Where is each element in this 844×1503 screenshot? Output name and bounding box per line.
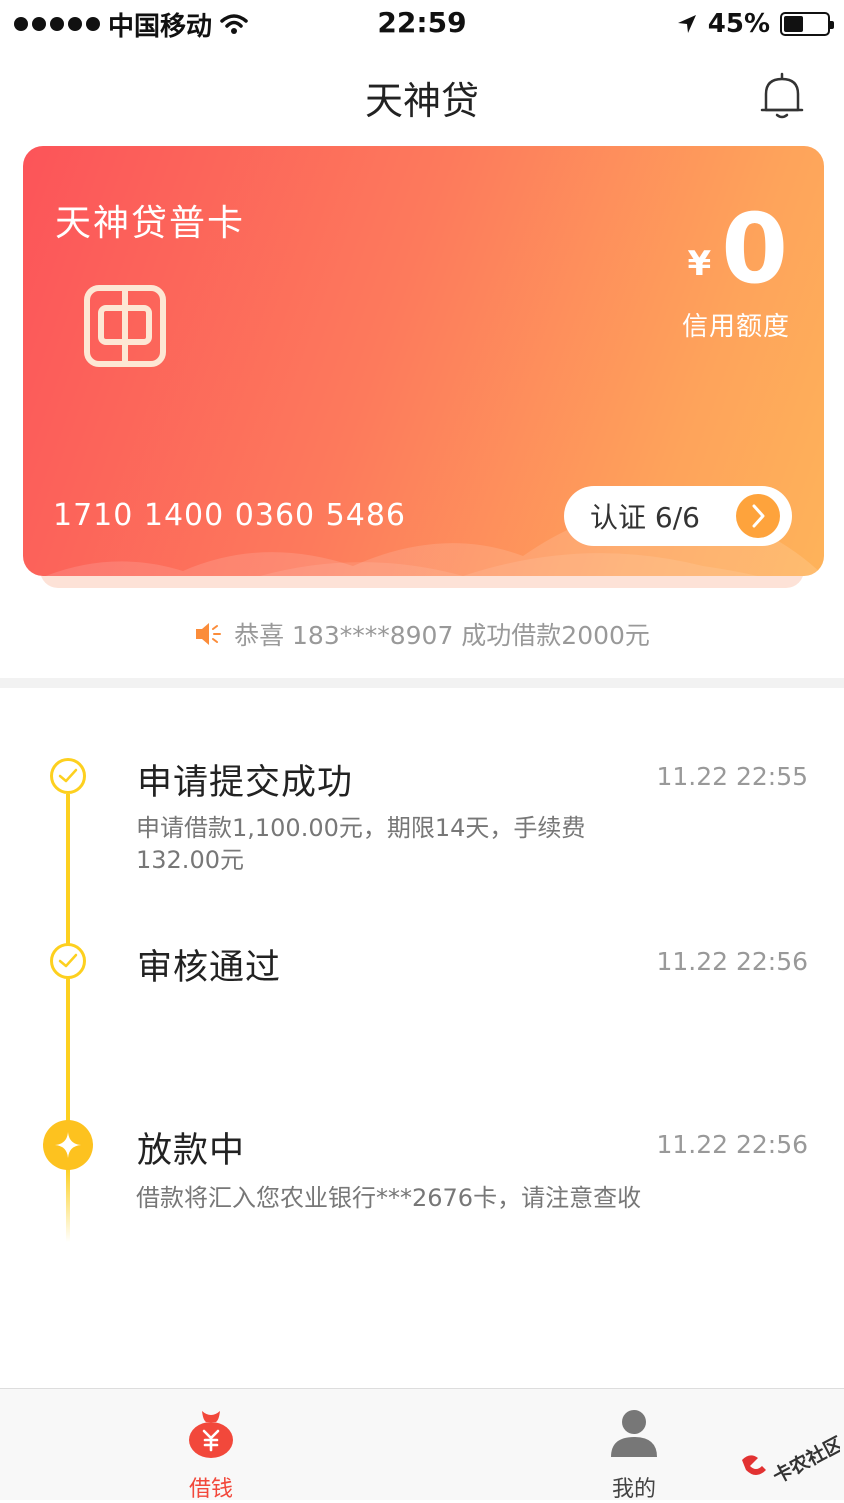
timeline-line-tail (66, 1168, 70, 1242)
credit-limit-value: 0 (721, 193, 788, 305)
notice-text: 恭喜 183****8907 成功借款2000元 (234, 621, 650, 650)
sparkle-icon (43, 1120, 93, 1170)
timeline-step-title: 放款中 (137, 1131, 246, 1171)
timeline-step-time: 11.22 22:56 (656, 1130, 808, 1159)
status-right: 45% (676, 8, 834, 40)
money-bag-icon (189, 1411, 233, 1458)
notification-button[interactable] (756, 70, 808, 122)
battery-icon (780, 12, 834, 36)
timeline-step-time: 11.22 22:56 (656, 947, 808, 976)
tab-borrow[interactable]: 借钱 (131, 1389, 291, 1502)
battery-percent: 45% (707, 9, 770, 39)
nav-bar: 天神贷 (0, 48, 844, 144)
speaker-icon (196, 623, 222, 645)
loan-notice: 恭喜 183****8907 成功借款2000元 (0, 612, 844, 656)
auth-status-label: 认证 6/6 (590, 501, 700, 534)
tab-label: 我的 (611, 1477, 656, 1502)
section-divider (0, 678, 844, 688)
timeline-step-desc: 申请借款1,100.00元，期限14天，手续费132.00元 (136, 814, 586, 874)
tab-profile[interactable]: 我的 (554, 1389, 714, 1502)
chevron-right-icon (736, 494, 780, 538)
currency-symbol: ¥ (687, 244, 712, 284)
check-icon (50, 758, 86, 794)
auth-status-button[interactable]: 认证 6/6 (564, 486, 792, 546)
timeline-step-title: 审核通过 (137, 948, 282, 988)
user-icon (611, 1410, 657, 1457)
timeline-step-desc: 借款将汇入您农业银行***2676卡，请注意查收 (136, 1184, 642, 1212)
page-title: 天神贷 (364, 79, 479, 123)
card-number: 1710 1400 0360 5486 (53, 498, 406, 533)
card-chip-icon (83, 284, 167, 368)
watermark-logo: 卡农社区 (742, 1432, 840, 1488)
card-name: 天神贷普卡 (55, 203, 246, 244)
timeline-step-title: 申请提交成功 (137, 763, 354, 803)
tab-label: 借钱 (188, 1477, 233, 1502)
credit-limit-label: 信用额度 (681, 312, 790, 342)
timeline-step-time: 11.22 22:55 (656, 762, 808, 791)
status-bar: 中国移动 22:59 45% (0, 0, 844, 48)
location-arrow-icon (677, 15, 696, 33)
bell-icon (760, 72, 804, 119)
tab-bar: 借钱 我的 (0, 1388, 844, 1502)
check-icon (50, 943, 86, 979)
credit-limit-amount: ¥ 0 (687, 193, 788, 305)
svg-text:卡农社区: 卡农社区 (769, 1432, 840, 1488)
loan-card[interactable]: 天神贷普卡 ¥ 0 信用额度 1710 1400 0360 5486 认证 6/… (23, 146, 824, 576)
